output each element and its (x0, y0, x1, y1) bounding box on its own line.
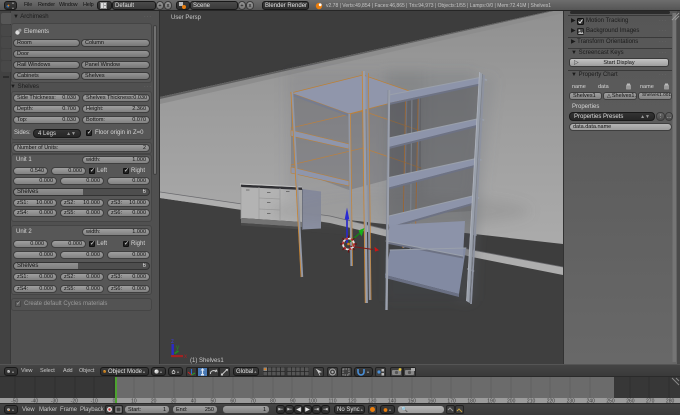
svg-text:y: y (176, 345, 179, 351)
svg-text:x: x (184, 354, 187, 360)
svg-text:z: z (171, 339, 174, 345)
svg-text:User Persp: User Persp (171, 15, 202, 21)
